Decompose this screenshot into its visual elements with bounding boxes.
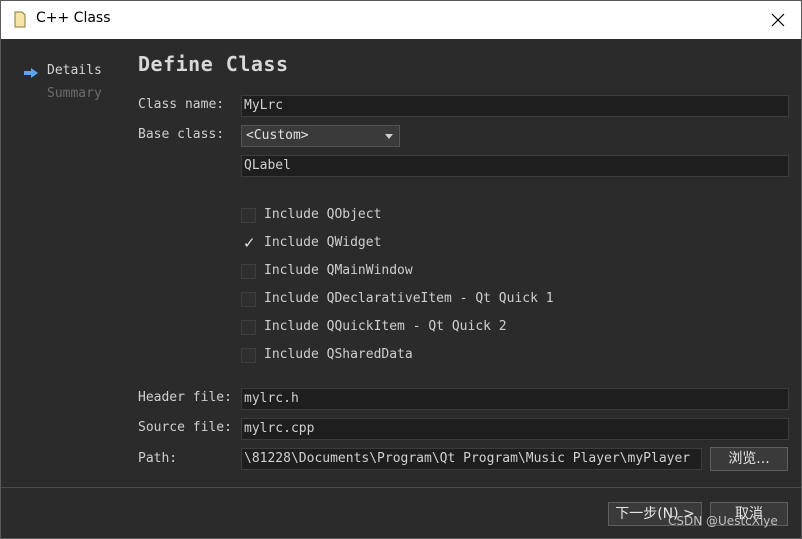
checkbox-label: Include QDeclarativeItem - Qt Quick 1: [264, 291, 554, 306]
step-label: Summary: [47, 86, 102, 101]
source-file-label: Source file:: [138, 420, 232, 435]
base-class-selected: <Custom>: [246, 128, 309, 143]
source-file-field[interactable]: mylrc.cpp: [241, 418, 789, 440]
page-title: Define Class: [138, 52, 289, 76]
custom-base-field[interactable]: QLabel: [241, 155, 789, 177]
close-button[interactable]: [755, 1, 801, 39]
checkbox-label: Include QSharedData: [264, 347, 413, 362]
step-label: Details: [47, 63, 102, 78]
browse-button[interactable]: 浏览...: [710, 447, 788, 471]
watermark: CSDN @UestcXiye: [668, 514, 778, 528]
wizard-steps: Details Summary: [23, 59, 123, 105]
divider: [1, 487, 801, 488]
checkbox: [241, 320, 256, 335]
close-icon: [771, 13, 785, 27]
path-field[interactable]: \81228\Documents\Program\Qt Program\Musi…: [241, 448, 702, 470]
checkbox: [241, 292, 256, 307]
path-label: Path:: [138, 451, 178, 466]
checkbox: [241, 348, 256, 363]
checkmark-icon: ✓: [243, 234, 256, 252]
header-file-label: Header file:: [138, 390, 232, 405]
title-bar: C++ Class: [1, 1, 801, 39]
checkbox-label: Include QQuickItem - Qt Quick 2: [264, 319, 507, 334]
class-name-label: Class name:: [138, 97, 225, 112]
checkbox: [241, 208, 256, 223]
window-title: C++ Class: [36, 10, 111, 26]
checkbox-label: Include QObject: [264, 207, 382, 222]
chevron-down-icon: [385, 134, 393, 139]
base-class-label: Base class:: [138, 127, 225, 142]
step-details: Details: [23, 59, 123, 82]
step-summary: Summary: [23, 82, 123, 105]
checkbox: [241, 264, 256, 279]
class-name-field[interactable]: MyLrc: [241, 95, 789, 117]
file-icon: [14, 11, 26, 28]
dialog-window: C++ Class Details Summary Define Class C…: [0, 0, 802, 539]
header-file-field[interactable]: mylrc.h: [241, 388, 789, 410]
checkbox-label: Include QWidget: [264, 235, 382, 250]
checkbox-label: Include QMainWindow: [264, 263, 413, 278]
base-class-combo[interactable]: <Custom>: [241, 125, 400, 147]
